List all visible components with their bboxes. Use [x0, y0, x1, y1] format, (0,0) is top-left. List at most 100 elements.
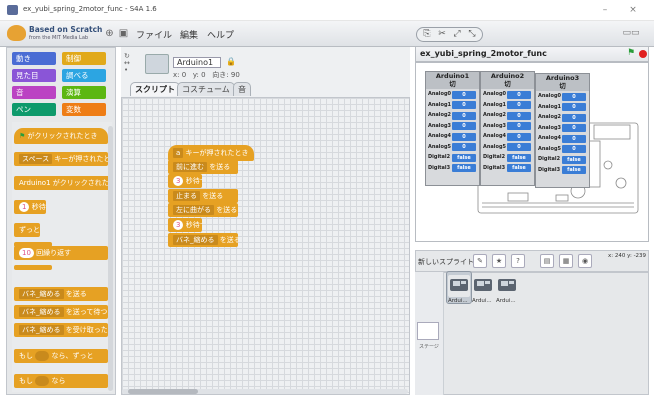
sprite-item[interactable]: Ardui... [448, 275, 470, 304]
palette-block[interactable]: Arduino1 がクリックされたとき [14, 176, 110, 190]
palette-block[interactable]: バネ_縮める を送る [14, 287, 108, 301]
logo-text: Based on Scratch from the MIT Media Lab [29, 26, 102, 42]
close-button[interactable]: × [625, 4, 641, 16]
row-label: Analog2 [483, 112, 507, 118]
script-block[interactable]: a キーが押されたとき [168, 145, 254, 161]
row-label: Analog2 [428, 112, 452, 118]
script-block[interactable]: 3 秒待つ [168, 174, 202, 189]
sprite-item[interactable]: Ardui... [496, 275, 518, 304]
menu-edit[interactable]: 編集 [180, 28, 198, 41]
block-text-2: なら [51, 377, 66, 385]
board-row: Analog3 0 [426, 121, 479, 132]
category-7[interactable]: ペン [12, 103, 56, 116]
board-row: Analog4 0 [481, 131, 534, 142]
condition-slot[interactable] [35, 351, 50, 361]
category-label: 調べる [66, 71, 89, 80]
board-row: Analog5 0 [481, 142, 534, 153]
row-label: Analog5 [483, 143, 507, 150]
sprite-thumbnail [145, 54, 169, 74]
script-block[interactable]: 3 秒待つ [168, 218, 202, 232]
category-6[interactable]: 演算 [62, 86, 106, 99]
scripts-scroll-thumb[interactable] [128, 389, 198, 394]
paint-sprite-icon[interactable]: ✎ [473, 254, 487, 268]
tab-costumes[interactable]: コスチューム [177, 82, 235, 96]
grow-icon[interactable]: ⤢ [450, 28, 464, 41]
green-flag-icon[interactable]: ⚑ [627, 49, 635, 58]
palette-block[interactable]: 1 秒待つ [14, 200, 46, 214]
row-label: Analog3 [428, 122, 452, 129]
block-text: を送る [216, 206, 238, 215]
stage[interactable]: Arduino1 切 Analog0 0 Analog1 0 Analog2 0 Analog3… [415, 62, 649, 242]
category-label: 動き [16, 54, 31, 63]
stamp-icon[interactable]: ⎘ [420, 28, 434, 41]
menu-help[interactable]: ヘルプ [207, 28, 234, 41]
random-sprite-icon[interactable]: ? [511, 254, 525, 268]
palette-scrollbar[interactable] [108, 126, 113, 391]
shrink-icon[interactable]: ⤡ [465, 28, 479, 41]
block-text: Arduino1 がクリックされたとき [19, 179, 110, 187]
presentation-mode-icon[interactable]: ▭▭ [617, 28, 645, 41]
open-sprite-icon[interactable]: ▦ [559, 254, 573, 268]
block-text: を受け取ったとき [65, 326, 108, 334]
number-input: 3 [173, 220, 184, 230]
stage-thumbnail[interactable] [417, 322, 439, 340]
palette-block[interactable]: スペース キーが押されたとき [14, 152, 108, 166]
board-row: Analog2 0 [426, 110, 479, 121]
sprite-item-label: Ardui... [472, 298, 492, 304]
star-sprite-icon[interactable]: ★ [492, 254, 506, 268]
row-value: 0 [452, 101, 476, 109]
sprite-name-field[interactable]: Arduino1 [173, 57, 221, 68]
palette-block[interactable]: もし なら、ずっと [14, 349, 108, 363]
sensor-board-2[interactable]: Arduino2 切 Analog0 0 Analog1 0 Analog2 0 Analog3… [480, 71, 535, 186]
palette-block[interactable]: 10 回繰り返す [14, 246, 108, 260]
sprite-item-label: Ardui... [448, 298, 468, 304]
y-value: 0 [201, 71, 206, 79]
board-name: Arduino2 [490, 72, 525, 80]
row-label: Digital2 [428, 154, 451, 160]
script-block[interactable]: 止まる を送る [168, 188, 238, 203]
category-5[interactable]: 音 [12, 86, 56, 99]
script-block[interactable]: 前に進む を送る [168, 159, 238, 174]
choose-sprite-icon[interactable]: ▤ [540, 254, 554, 268]
condition-slot[interactable] [35, 376, 50, 386]
scissors-icon[interactable]: ✂ [435, 28, 449, 41]
board-row: Analog0 0 [426, 89, 479, 100]
menu-file[interactable]: ファイル [136, 28, 172, 41]
category-8[interactable]: 変数 [62, 103, 106, 116]
scripts-area[interactable] [121, 97, 410, 395]
block-text: キーが押されたとき [185, 149, 249, 157]
row-value: false [507, 164, 531, 172]
script-block[interactable]: 左に曲がる を送る [168, 203, 238, 218]
camera-icon[interactable]: ◉ [578, 254, 592, 268]
sensor-board-3[interactable]: Arduino3 切 Analog0 0 Analog1 0 Analog2 0 Analog3… [535, 73, 590, 188]
palette-block[interactable]: バネ_縮める を送って待つ [14, 305, 108, 319]
sprite-item[interactable]: Ardui... [472, 275, 494, 304]
script-block[interactable]: バネ_縮める を送る [168, 232, 238, 247]
block-text: がクリックされたとき [27, 132, 98, 140]
board-row: Digital3 false [481, 163, 534, 174]
palette-block[interactable]: もし なら [14, 374, 108, 388]
palette-block[interactable]: バネ_縮める を受け取ったとき [14, 323, 108, 337]
board-state: 切 [504, 80, 511, 88]
category-4[interactable]: 調べる [62, 69, 106, 82]
stop-icon[interactable] [639, 50, 647, 58]
category-3[interactable]: 見た目 [12, 69, 56, 82]
minimize-button[interactable]: – [597, 4, 613, 16]
logo-subtitle: from the MIT Media Lab [29, 35, 89, 41]
category-label: 変数 [66, 105, 81, 114]
globe-icon[interactable]: ⊕ [104, 28, 115, 39]
sensor-board-1[interactable]: Arduino1 切 Analog0 0 Analog1 0 Analog2 0 Analog3… [425, 71, 480, 186]
save-icon[interactable]: ▣ [118, 28, 129, 39]
message-dropdown: 止まる [173, 190, 200, 201]
mouse-position: x: 240 y: -239 [608, 253, 646, 259]
board-row: Analog0 0 [536, 91, 589, 102]
tab-scripts[interactable]: スクリプト [130, 82, 180, 96]
palette-block[interactable]: ⚑ がクリックされたとき [14, 128, 108, 144]
tab-sounds[interactable]: 音 [233, 82, 251, 96]
category-1[interactable]: 動き [12, 52, 56, 65]
lock-icon[interactable]: 🔒 [226, 57, 236, 67]
sprite-coordinates: x: 0 y: 0 向き: 90 [173, 70, 240, 80]
category-2[interactable]: 制御 [62, 52, 106, 65]
rotation-style-icons[interactable]: ↻ ↔ • [124, 53, 131, 77]
palette-block[interactable]: ずっと [14, 223, 40, 237]
